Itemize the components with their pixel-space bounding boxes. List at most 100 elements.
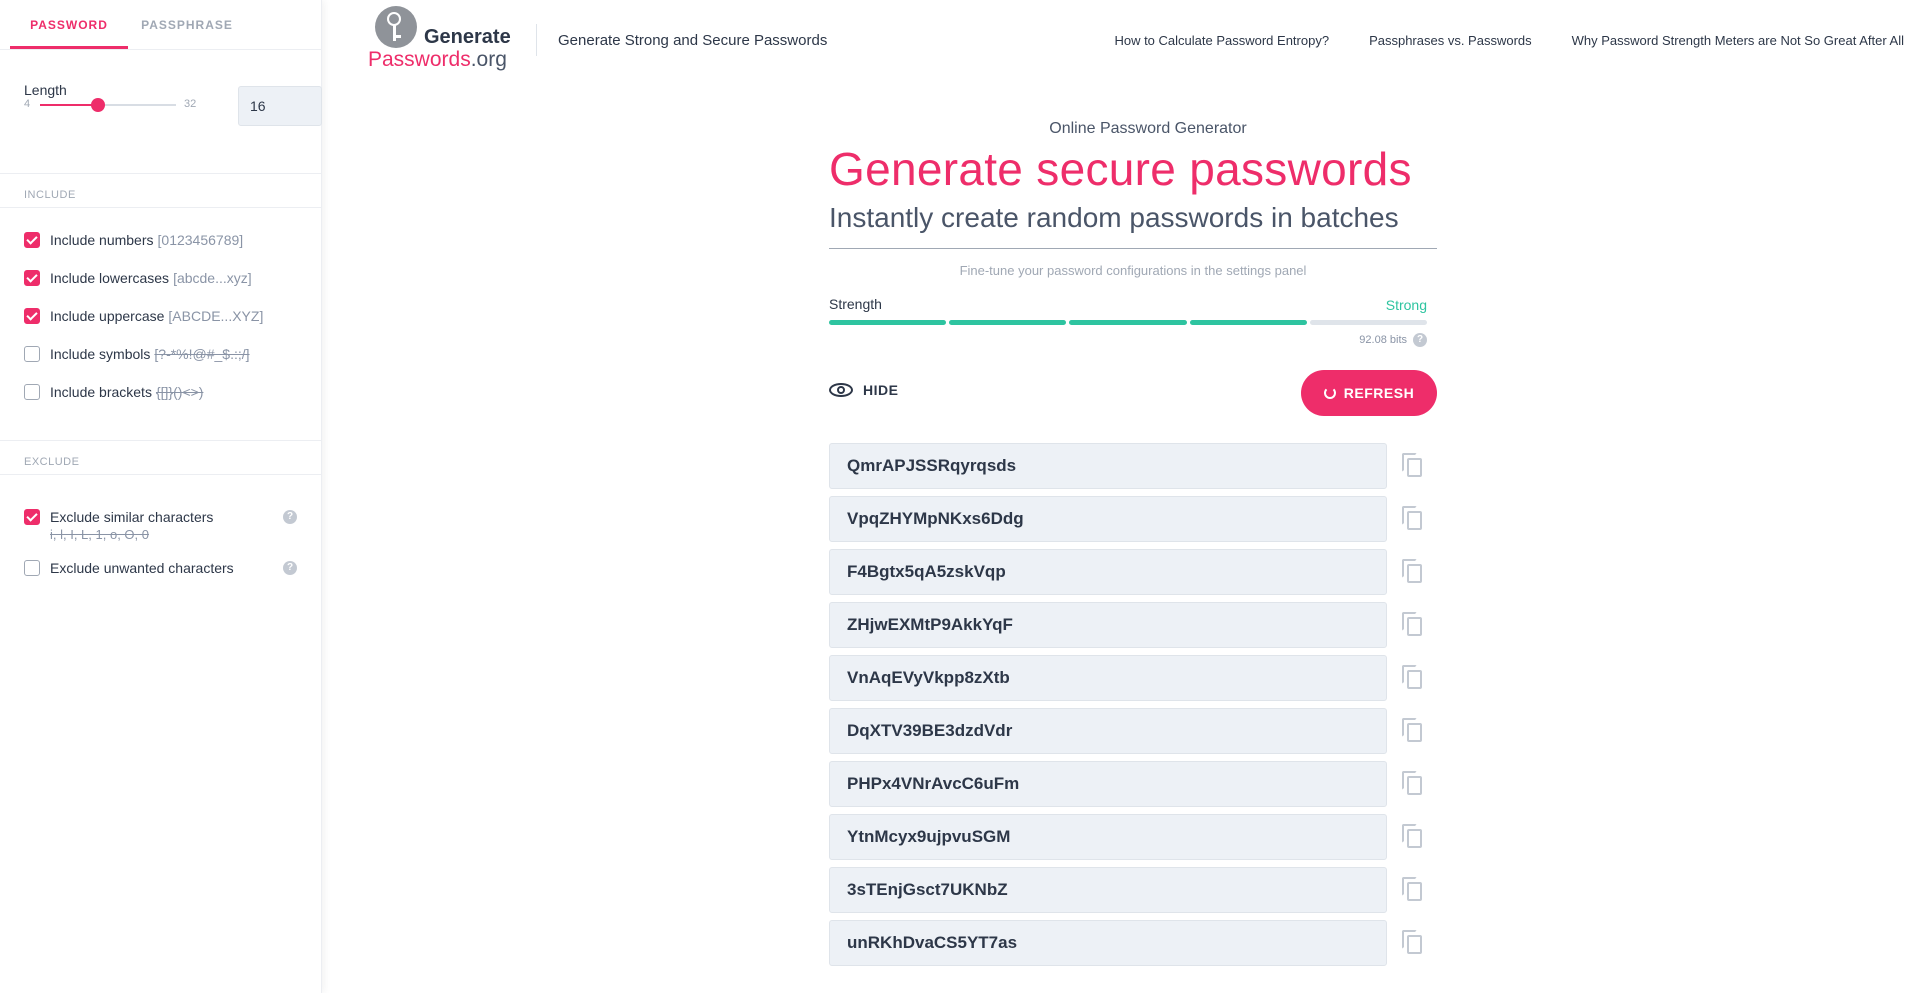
action-row: HIDE REFRESH	[829, 370, 1437, 416]
entropy-help-icon[interactable]: ?	[1413, 333, 1427, 347]
copy-icon[interactable]	[1402, 824, 1426, 850]
strength-segment	[949, 320, 1067, 325]
hide-button[interactable]: HIDE	[829, 382, 898, 398]
password-field[interactable]: VnAqEVyVkpp8zXtb	[829, 655, 1387, 701]
nav-link-strength-meters[interactable]: Why Password Strength Meters are Not So …	[1572, 33, 1904, 48]
include-numbers-option[interactable]: Include numbers [0123456789]	[24, 232, 297, 270]
tab-password[interactable]: PASSWORD	[10, 0, 128, 49]
exclude-similar-checkbox[interactable]	[24, 509, 40, 525]
include-lowercases-hint: [abcde...xyz]	[173, 270, 252, 286]
length-slider-fill	[40, 104, 98, 106]
length-max-label: 32	[184, 98, 197, 110]
length-input[interactable]	[238, 86, 322, 126]
password-list: QmrAPJSSRqyrqsds VpqZHYMpNKxs6Ddg F4Bgtx5q…	[829, 443, 1437, 966]
exclude-unwanted-option[interactable]: Exclude unwanted characters ?	[24, 560, 297, 576]
password-field[interactable]: YtnMcyx9ujpvuSGM	[829, 814, 1387, 860]
include-symbols-option[interactable]: Include symbols [?-*%!@#_$.:;/]	[24, 346, 297, 384]
length-slider[interactable]	[40, 98, 176, 112]
copy-icon[interactable]	[1402, 559, 1426, 585]
title-divider	[829, 248, 1437, 249]
length-slider-thumb[interactable]	[91, 98, 105, 112]
exclude-similar-label: Exclude similar characters	[50, 509, 214, 525]
header-divider	[536, 24, 537, 56]
password-row: 3sTEnjGsct7UKNbZ	[829, 867, 1437, 913]
password-row: VnAqEVyVkpp8zXtb	[829, 655, 1437, 701]
exclude-unwanted-checkbox[interactable]	[24, 560, 40, 576]
exclude-similar-text: Exclude similar characters i, l, I, L, 1…	[50, 509, 213, 542]
password-field[interactable]: F4Bgtx5qA5zskVqp	[829, 549, 1387, 595]
include-uppercase-option[interactable]: Include uppercase [ABCDE...XYZ]	[24, 308, 297, 346]
include-header: INCLUDE	[0, 174, 321, 208]
include-numbers-checkbox[interactable]	[24, 232, 40, 248]
password-row: unRKhDvaCS5YT7as	[829, 920, 1437, 966]
password-field[interactable]: DqXTV39BE3dzdVdr	[829, 708, 1387, 754]
tab-passphrase[interactable]: PASSPHRASE	[128, 0, 246, 49]
copy-icon[interactable]	[1402, 771, 1426, 797]
include-brackets-option[interactable]: Include brackets {[]}()<>)	[24, 384, 297, 422]
eye-icon	[829, 383, 853, 397]
site-tagline: Generate Strong and Secure Passwords	[558, 32, 828, 49]
length-control: 4 32	[24, 86, 322, 126]
logo-suffix: .org	[470, 48, 507, 71]
strength-segment	[1309, 320, 1428, 325]
include-symbols-label: Include symbols	[50, 346, 151, 362]
top-nav: How to Calculate Password Entropy? Passp…	[1114, 33, 1904, 48]
settings-hint: Fine-tune your password configurations i…	[959, 263, 1307, 278]
copy-icon[interactable]	[1402, 718, 1426, 744]
copy-icon[interactable]	[1402, 506, 1426, 532]
copy-icon[interactable]	[1402, 877, 1426, 903]
settings-sidebar: PASSWORD PASSPHRASE Length 4 32 INCLUDE …	[0, 0, 322, 993]
include-numbers-hint: [0123456789]	[157, 232, 244, 248]
password-field[interactable]: VpqZHYMpNKxs6Ddg	[829, 496, 1387, 542]
refresh-button-label: REFRESH	[1343, 385, 1415, 401]
site-logo[interactable]: Generate Passwords.org	[368, 6, 518, 76]
exclude-similar-option[interactable]: Exclude similar characters i, l, I, L, 1…	[24, 509, 297, 542]
nav-link-passphrases[interactable]: Passphrases vs. Passwords	[1369, 33, 1532, 48]
copy-icon[interactable]	[1402, 665, 1426, 691]
include-brackets-hint: {[]}()<>)	[155, 384, 204, 400]
password-row: DqXTV39BE3dzdVdr	[829, 708, 1437, 754]
copy-icon[interactable]	[1402, 453, 1426, 479]
include-lowercases-checkbox[interactable]	[24, 270, 40, 286]
exclude-similar-help-icon[interactable]: ?	[283, 510, 297, 524]
page-title: Generate secure passwords	[829, 143, 1412, 195]
page-eyebrow: Online Password Generator	[1049, 120, 1247, 137]
include-uppercase-hint: [ABCDE...XYZ]	[168, 308, 264, 324]
generator-panel: Online Password Generator Generate secur…	[829, 120, 1437, 973]
strength-label: Strength	[829, 296, 882, 312]
copy-icon[interactable]	[1402, 612, 1426, 638]
password-field[interactable]: PHPx4VNrAvcC6uFm	[829, 761, 1387, 807]
copy-icon[interactable]	[1402, 930, 1426, 956]
include-uppercase-label: Include uppercase	[50, 308, 165, 324]
include-symbols-hint: [?-*%!@#_$.:;/]	[154, 346, 250, 362]
include-uppercase-checkbox[interactable]	[24, 308, 40, 324]
include-lowercases-option[interactable]: Include lowercases [abcde...xyz]	[24, 270, 297, 308]
password-row: F4Bgtx5qA5zskVqp	[829, 549, 1437, 595]
include-lowercases-label: Include lowercases	[50, 270, 170, 286]
entropy-bits: 92.08 bits	[1359, 334, 1407, 346]
exclude-unwanted-help-icon[interactable]: ?	[283, 561, 297, 575]
exclude-header: EXCLUDE	[0, 441, 321, 475]
key-logo-icon	[375, 6, 417, 48]
include-brackets-label: Include brackets	[50, 384, 152, 400]
top-header: Generate Passwords.org Generate Strong a…	[322, 0, 1920, 80]
nav-link-entropy[interactable]: How to Calculate Password Entropy?	[1114, 33, 1329, 48]
password-field[interactable]: unRKhDvaCS5YT7as	[829, 920, 1387, 966]
strength-segment	[1069, 320, 1187, 325]
password-row: ZHjwEXMtP9AkkYqF	[829, 602, 1437, 648]
password-field[interactable]: 3sTEnjGsct7UKNbZ	[829, 867, 1387, 913]
password-row: PHPx4VNrAvcC6uFm	[829, 761, 1437, 807]
include-options: Include numbers [0123456789] Include lower…	[0, 208, 321, 441]
password-field[interactable]: QmrAPJSSRqyrqsds	[829, 443, 1387, 489]
include-symbols-checkbox[interactable]	[24, 346, 40, 362]
page-subtitle: Instantly create random passwords in bat…	[829, 202, 1399, 233]
exclude-similar-hint: i, l, I, L, 1, o, O, 0	[50, 527, 149, 542]
include-brackets-checkbox[interactable]	[24, 384, 40, 400]
strength-bars	[829, 320, 1428, 325]
password-field[interactable]: ZHjwEXMtP9AkkYqF	[829, 602, 1387, 648]
password-row: VpqZHYMpNKxs6Ddg	[829, 496, 1437, 542]
strength-value: Strong	[1385, 297, 1427, 313]
refresh-button[interactable]: REFRESH	[1301, 370, 1437, 416]
mode-tabs: PASSWORD PASSPHRASE	[0, 0, 321, 50]
password-row: QmrAPJSSRqyrqsds	[829, 443, 1437, 489]
